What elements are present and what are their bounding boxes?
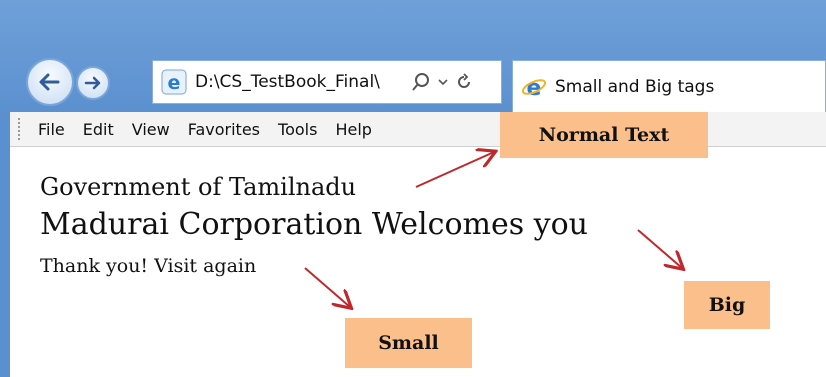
dropdown-icon[interactable] — [437, 76, 449, 88]
search-icon[interactable] — [411, 72, 431, 92]
menu-item-file[interactable]: File — [38, 120, 65, 139]
back-button[interactable] — [26, 58, 74, 106]
forward-icon — [84, 76, 101, 90]
menu-item-favorites[interactable]: Favorites — [188, 120, 260, 139]
navigation-buttons — [18, 56, 154, 108]
browser-frame-left — [0, 115, 10, 377]
forward-button[interactable] — [76, 66, 110, 100]
callout-small: Small — [345, 318, 472, 368]
address-bar[interactable]: e D:\CS_TestBook_Final\ — [152, 60, 502, 104]
menu-item-tools[interactable]: Tools — [278, 120, 317, 139]
small-text: Thank you! Visit again — [40, 255, 257, 277]
normal-text: Government of Tamilnadu — [40, 173, 357, 201]
ie-logo-icon: e — [521, 74, 547, 101]
menu-item-view[interactable]: View — [132, 120, 170, 139]
address-text[interactable]: D:\CS_TestBook_Final\ — [195, 72, 405, 92]
toolbar-grip[interactable] — [18, 118, 24, 140]
back-icon — [39, 73, 60, 91]
big-text: Madurai Corporation Welcomes you — [40, 207, 588, 242]
callout-big: Big — [684, 281, 770, 329]
tab-title: Small and Big tags — [555, 76, 715, 97]
ie-logo-icon: e — [161, 69, 187, 95]
menu-item-help[interactable]: Help — [335, 120, 371, 139]
menu-item-edit[interactable]: Edit — [83, 120, 114, 139]
address-tools — [411, 72, 473, 92]
svg-text:e: e — [168, 72, 181, 94]
refresh-icon[interactable] — [455, 73, 473, 91]
callout-normal-text: Normal Text — [500, 112, 708, 158]
tab-active[interactable]: e Small and Big tags — [512, 60, 826, 112]
